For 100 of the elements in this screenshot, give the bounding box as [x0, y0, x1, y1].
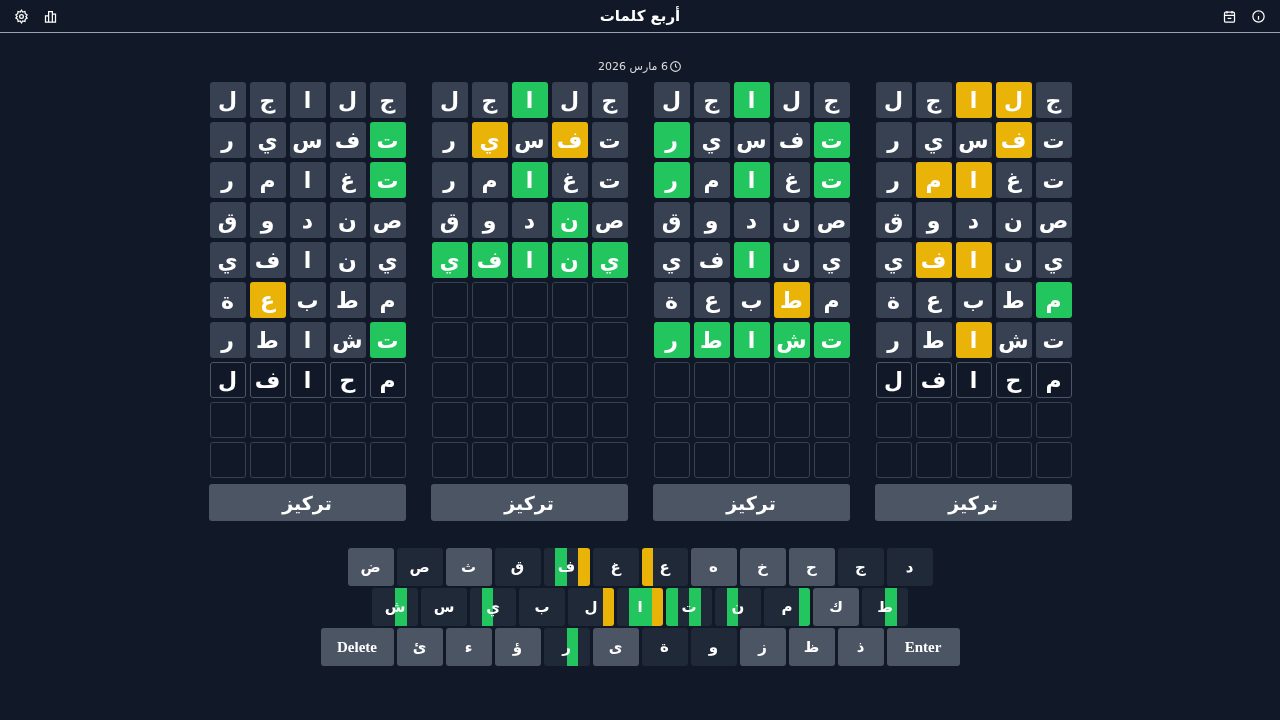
- key-button[interactable]: م: [764, 588, 810, 626]
- letter-tile: ج: [915, 82, 952, 118]
- letter-tile: ط: [995, 282, 1032, 318]
- letter-tile: ا: [955, 322, 992, 358]
- letter-tile: ا: [511, 162, 548, 198]
- letter-tile: ل: [551, 82, 588, 118]
- letter-tile: م: [471, 162, 508, 198]
- key-button[interactable]: ج: [837, 548, 884, 586]
- letter-tile: ط: [693, 322, 730, 358]
- key-button[interactable]: ل: [568, 588, 614, 626]
- letter-tile: ص: [369, 202, 406, 238]
- key-button[interactable]: ؤ: [494, 628, 541, 666]
- letter-tile: ل: [875, 362, 912, 398]
- letter-tile: ق: [209, 202, 246, 238]
- key-button[interactable]: ب: [519, 588, 565, 626]
- letter-tile: ا: [955, 362, 992, 398]
- key-button[interactable]: ش: [372, 588, 418, 626]
- key-button[interactable]: ع: [641, 548, 688, 586]
- letter-tile: ا: [289, 242, 326, 278]
- letter-tile: ع: [693, 282, 730, 318]
- letter-tile: ف: [329, 122, 366, 158]
- focus-button[interactable]: تركيز: [652, 484, 850, 521]
- letter-tile: ش: [773, 322, 810, 358]
- letter-tile: ف: [773, 122, 810, 158]
- key-button[interactable]: ض: [347, 548, 394, 586]
- focus-button[interactable]: تركيز: [874, 484, 1072, 521]
- key-button[interactable]: س: [421, 588, 467, 626]
- key-button[interactable]: ح: [788, 548, 835, 586]
- letter-tile: ي: [1035, 242, 1072, 278]
- letter-tile: ر: [875, 162, 912, 198]
- letter-tile: ت: [369, 322, 406, 358]
- letter-tile: ن: [773, 202, 810, 238]
- letter-tile: د: [511, 202, 548, 238]
- key-button[interactable]: ي: [470, 588, 516, 626]
- letter-tile: ت: [369, 162, 406, 198]
- key-button[interactable]: و: [690, 628, 737, 666]
- letter-tile: ف: [551, 122, 588, 158]
- key-button[interactable]: ى: [592, 628, 639, 666]
- key-button[interactable]: ئ: [396, 628, 443, 666]
- letter-tile: ق: [431, 202, 468, 238]
- letter-tile: د: [733, 202, 770, 238]
- letter-tile: م: [693, 162, 730, 198]
- letter-tile: ر: [875, 122, 912, 158]
- letter-tile: ي: [249, 122, 286, 158]
- letter-tile: ا: [955, 82, 992, 118]
- key-button[interactable]: ت: [666, 588, 712, 626]
- letter-tile: ب: [955, 282, 992, 318]
- letter-tile: ر: [653, 322, 690, 358]
- key-button[interactable]: ظ: [788, 628, 835, 666]
- letter-tile: م: [813, 282, 850, 318]
- key-button[interactable]: ص: [396, 548, 443, 586]
- letter-tile: م: [915, 162, 952, 198]
- action-key[interactable]: Enter: [886, 628, 960, 666]
- letter-tile: ا: [955, 242, 992, 278]
- letter-tile: ن: [551, 202, 588, 238]
- key-button[interactable]: ك: [813, 588, 859, 626]
- letter-tile: ر: [431, 162, 468, 198]
- letter-tile: ش: [995, 322, 1032, 358]
- letter-tile: ل: [209, 82, 246, 118]
- letter-tile: م: [369, 362, 406, 398]
- puzzle-date: 6 مارس 2026: [598, 59, 668, 73]
- letter-tile: ي: [591, 242, 628, 278]
- letter-tile: ة: [653, 282, 690, 318]
- letter-tile: ي: [369, 242, 406, 278]
- letter-tile: ا: [289, 322, 326, 358]
- letter-tile: ل: [995, 82, 1032, 118]
- key-button[interactable]: ذ: [837, 628, 884, 666]
- letter-tile: ت: [813, 122, 850, 158]
- letter-tile: غ: [773, 162, 810, 198]
- key-button[interactable]: ط: [862, 588, 908, 626]
- letter-tile: ف: [915, 362, 952, 398]
- key-button[interactable]: ء: [445, 628, 492, 666]
- letter-tile: غ: [329, 162, 366, 198]
- letter-tile: ت: [813, 162, 850, 198]
- letter-tile: ن: [995, 202, 1032, 238]
- key-button[interactable]: ث: [445, 548, 492, 586]
- letter-tile: ر: [653, 122, 690, 158]
- letter-tile: ر: [875, 322, 912, 358]
- letter-tile: ل: [209, 362, 246, 398]
- letter-tile: م: [1035, 362, 1072, 398]
- key-button[interactable]: ة: [641, 628, 688, 666]
- key-button[interactable]: غ: [592, 548, 639, 586]
- letter-tile: ن: [773, 242, 810, 278]
- letter-tile: و: [471, 202, 508, 238]
- letter-tile: ت: [369, 122, 406, 158]
- letter-tile: م: [369, 282, 406, 318]
- letter-tile: ط: [773, 282, 810, 318]
- letter-tile: ل: [875, 82, 912, 118]
- focus-button[interactable]: تركيز: [208, 484, 406, 521]
- letter-tile: ي: [915, 122, 952, 158]
- key-button[interactable]: خ: [739, 548, 786, 586]
- action-key[interactable]: Delete: [320, 628, 394, 666]
- letter-tile: ق: [875, 202, 912, 238]
- letter-tile: غ: [995, 162, 1032, 198]
- key-button[interactable]: ز: [739, 628, 786, 666]
- key-button[interactable]: د: [886, 548, 933, 586]
- key-button[interactable]: ه: [690, 548, 737, 586]
- key-button[interactable]: ق: [494, 548, 541, 586]
- letter-tile: ط: [915, 322, 952, 358]
- focus-button[interactable]: تركيز: [430, 484, 628, 521]
